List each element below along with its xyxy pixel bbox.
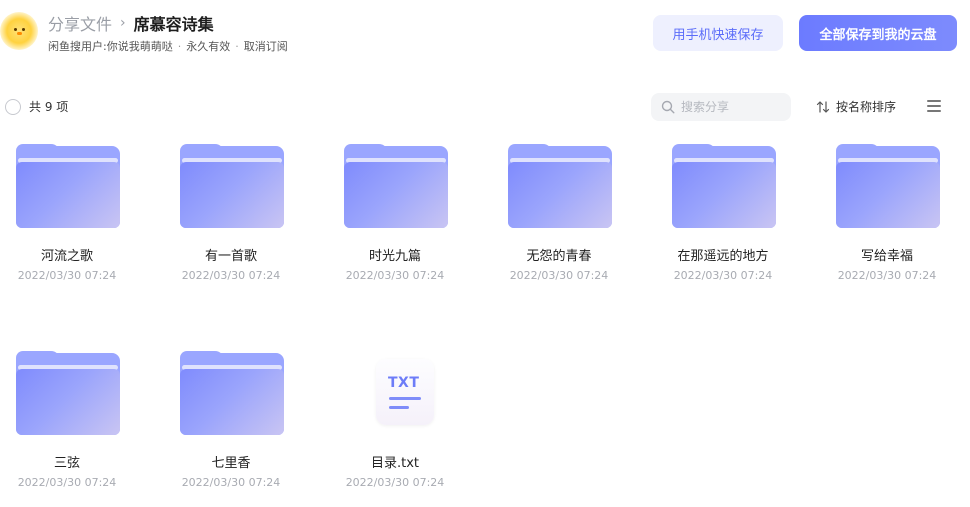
file-time: 2022/03/30 07:24 [17, 476, 117, 489]
sort-by-name-button[interactable]: 按名称排序 [816, 98, 896, 115]
folder-icon [16, 144, 120, 230]
avatar-eye-right [22, 28, 25, 31]
txt-file-icon: TXT [344, 351, 448, 437]
item-count: 共 9 项 [29, 100, 69, 114]
folder-icon [180, 144, 284, 230]
file-time: 2022/03/30 07:24 [17, 269, 117, 282]
file-toolbar: 共 9 项 按名称排序 [0, 90, 970, 124]
avatar-eye-left [14, 28, 17, 31]
folder-item[interactable]: 时光九篇 2022/03/30 07:24 [328, 140, 462, 300]
search-input[interactable] [681, 100, 781, 114]
page-title: 席慕容诗集 [133, 15, 214, 34]
search-icon [661, 100, 675, 114]
folder-item[interactable]: 七里香 2022/03/30 07:24 [164, 347, 298, 507]
sort-arrows-icon [816, 100, 830, 113]
search-box[interactable] [651, 93, 791, 121]
share-validity: 永久有效 [186, 40, 231, 53]
file-name: 写给幸福 [860, 249, 913, 264]
meta-separator: · [235, 39, 239, 53]
folder-icon [508, 144, 612, 230]
folder-icon [836, 144, 940, 230]
avatar-beak [17, 32, 22, 35]
file-name: 七里香 [211, 456, 251, 471]
file-name: 时光九篇 [368, 249, 421, 264]
chevron-right-icon: › [120, 15, 126, 31]
folder-icon [672, 144, 776, 230]
folder-icon [344, 144, 448, 230]
sort-label: 按名称排序 [836, 100, 897, 114]
file-time: 2022/03/30 07:24 [673, 269, 773, 282]
folder-icon [180, 351, 284, 437]
file-item[interactable]: TXT 目录.txt 2022/03/30 07:24 [328, 347, 462, 507]
file-time: 2022/03/30 07:24 [181, 269, 281, 282]
phone-quick-save-button[interactable]: 用手机快速保存 [653, 15, 783, 51]
folder-item[interactable]: 有一首歌 2022/03/30 07:24 [164, 140, 298, 300]
folder-item[interactable]: 写给幸福 2022/03/30 07:24 [820, 140, 954, 300]
file-time: 2022/03/30 07:24 [345, 476, 445, 489]
file-name: 目录.txt [370, 456, 420, 471]
select-all-checkbox[interactable] [5, 99, 21, 115]
folder-item[interactable]: 在那遥远的地方 2022/03/30 07:24 [656, 140, 790, 300]
unsubscribe-link[interactable]: 取消订阅 [244, 38, 288, 54]
breadcrumb: 分享文件 › 席慕容诗集 [48, 12, 214, 34]
file-name: 三弦 [53, 456, 80, 471]
folder-item[interactable]: 无怨的青春 2022/03/30 07:24 [492, 140, 626, 300]
file-time: 2022/03/30 07:24 [509, 269, 609, 282]
list-view-menu-icon[interactable] [927, 100, 943, 114]
file-name: 在那遥远的地方 [677, 249, 769, 264]
share-meta: 闲鱼搜用户:你说我萌萌哒 · 永久有效 · 取消订阅 [48, 38, 288, 54]
file-name: 河流之歌 [40, 249, 93, 264]
folder-item[interactable]: 河流之歌 2022/03/30 07:24 [0, 140, 134, 300]
folder-icon [16, 351, 120, 437]
file-name: 无怨的青春 [526, 249, 592, 264]
file-name: 有一首歌 [204, 249, 257, 264]
file-time: 2022/03/30 07:24 [345, 269, 445, 282]
file-time: 2022/03/30 07:24 [837, 269, 937, 282]
file-time: 2022/03/30 07:24 [181, 476, 281, 489]
sharer-name: 闲鱼搜用户:你说我萌萌哒 [48, 40, 173, 53]
breadcrumb-root-link[interactable]: 分享文件 [48, 11, 112, 35]
txt-badge: TXT [388, 375, 420, 391]
meta-separator: · [177, 39, 182, 53]
save-all-to-cloud-button[interactable]: 全部保存到我的云盘 [799, 15, 957, 51]
sharer-avatar[interactable] [0, 12, 38, 50]
folder-item[interactable]: 三弦 2022/03/30 07:24 [0, 347, 134, 507]
share-header: 分享文件 › 席慕容诗集 闲鱼搜用户:你说我萌萌哒 · 永久有效 · 取消订阅 … [0, 0, 970, 70]
